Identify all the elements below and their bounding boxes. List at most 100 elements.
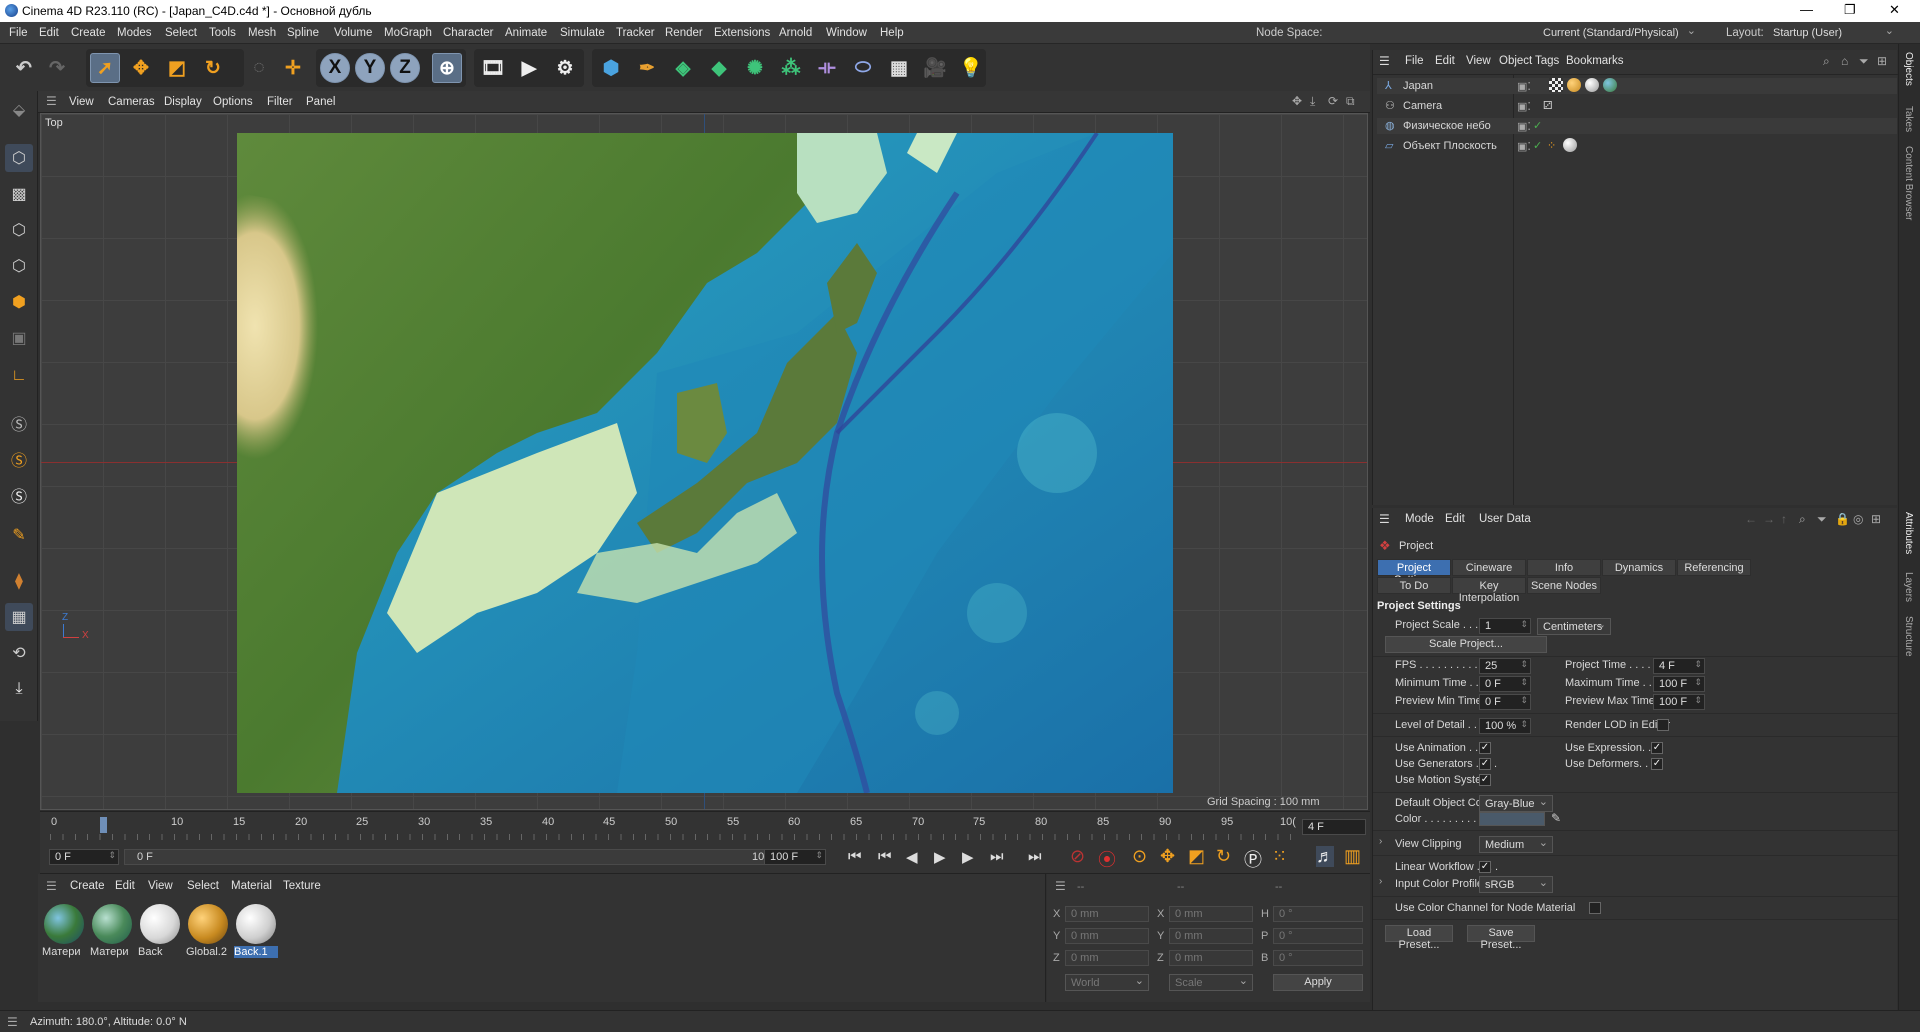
mograph-icon[interactable]: ⁂ [776,53,806,83]
status-hamburger-icon[interactable]: ☰ [7,1015,18,1029]
axis-mode-icon[interactable]: ∟ [5,362,33,390]
material-menu-material[interactable]: Material [231,880,272,892]
side-tab-objects[interactable]: Objects [1903,52,1914,86]
edges-mode-icon[interactable]: ⬡ [5,252,33,280]
keyframe-selection-icon[interactable]: ⊙ [1132,846,1147,867]
use-deformers-checkbox[interactable]: ✓ [1651,758,1663,770]
menu-tools[interactable]: Tools [209,27,236,39]
object-row-camera[interactable]: ⚇ Camera ▣⁚ ⚂ [1377,98,1897,114]
side-tab-takes[interactable]: Takes [1903,106,1914,132]
field-icon[interactable]: ⬭ [848,53,878,83]
object-menu-edit[interactable]: Edit [1435,55,1455,67]
enabled-check-icon[interactable]: ✓ [1533,119,1542,132]
timeline-ruler[interactable]: 0 5 10 15 20 25 30 35 40 45 50 55 60 65 … [40,811,1370,841]
lock-icon[interactable]: 🔒 [1835,512,1850,526]
key-position-icon[interactable]: ✥ [1160,846,1175,867]
coord-menu-hamburger-icon[interactable]: ☰ [1055,879,1066,893]
redo-icon[interactable]: ↷ [42,53,72,83]
snap-icon[interactable]: Ⓢ [5,409,33,437]
current-frame-field[interactable]: 4 F [1302,819,1366,835]
enabled-check-icon[interactable]: ✓ [1533,139,1542,152]
back-arrow-icon[interactable]: ← [1745,512,1757,526]
object-row-plane[interactable]: ▱ Объект Плоскость ▣⁚ ✓ ⁘ [1377,138,1897,154]
range-slider[interactable]: 0 F 100 F [124,849,784,865]
material-menu-view[interactable]: View [148,880,173,892]
visibility-toggle-icon[interactable]: ▣⁚ [1517,80,1531,93]
menu-simulate[interactable]: Simulate [560,27,605,39]
cube-object-icon[interactable]: ⬢ [596,53,626,83]
object-menu-file[interactable]: File [1405,55,1424,67]
menu-tracker[interactable]: Tracker [616,27,655,39]
preview-min-field[interactable]: 0 F [1479,694,1531,710]
expand-arrow-icon[interactable]: › [1379,876,1382,887]
points-mode-icon[interactable]: ⬡ [5,216,33,244]
tab-scene-nodes[interactable]: Scene Nodes [1527,577,1601,594]
render-settings-icon[interactable]: ⚙ [550,53,580,83]
attr-menu-edit[interactable]: Edit [1445,513,1465,525]
tab-referencing[interactable]: Referencing [1677,559,1751,576]
tab-info[interactable]: Info [1527,559,1601,576]
next-frame-icon[interactable]: ▶ [962,848,974,866]
make-editable-icon[interactable]: ⬙ [5,96,33,124]
menu-create[interactable]: Create [71,27,106,39]
maximize-button[interactable]: ❐ [1844,2,1856,18]
project-time-field[interactable]: 4 F [1653,658,1705,674]
input-color-profile-dropdown[interactable]: sRGB [1479,876,1553,893]
use-motion-checkbox[interactable]: ✓ [1479,774,1491,786]
menu-render[interactable]: Render [665,27,703,39]
filter-icon[interactable]: ⏷ [1817,512,1827,527]
menu-mograph[interactable]: MoGraph [384,27,432,39]
search-icon[interactable]: ⌕ [1823,54,1830,69]
rotation-h-field[interactable]: 0 ° [1273,906,1363,922]
x-axis-toggle[interactable]: X [320,53,350,83]
cloner-icon[interactable]: ✺ [740,53,770,83]
y-axis-toggle[interactable]: Y [355,53,385,83]
texture-tag-icon[interactable] [1549,78,1563,92]
rotate-view-icon[interactable]: ⟳ [1328,94,1338,108]
go-to-start-icon[interactable]: ⏮ [848,848,862,865]
light-object-icon[interactable]: 💡 [956,53,986,83]
axis-workplane-icon[interactable]: ⟲ [5,639,33,667]
filter-icon[interactable]: ⏷ [1859,54,1869,69]
hamburger-icon[interactable]: ☰ [46,94,57,108]
key-rotation-icon[interactable]: ↻ [1216,846,1231,867]
menu-volume[interactable]: Volume [334,27,372,39]
side-tab-structure[interactable]: Structure [1903,616,1914,657]
lod-field[interactable]: 100 % [1479,718,1531,734]
tab-todo[interactable]: To Do [1377,577,1451,594]
subdivision-surface-icon[interactable]: ◈ [668,53,698,83]
material-menu-create[interactable]: Create [70,880,105,892]
search-icon[interactable]: ⌕ [1799,512,1806,527]
tab-key-interpolation[interactable]: Key Interpolation [1452,577,1526,604]
rotate-tool-icon[interactable]: ↻ [198,53,228,83]
units-dropdown[interactable]: Centimeters [1537,618,1611,635]
snap-enable-icon[interactable]: Ⓢ [5,445,33,473]
end-frame-field[interactable]: 100 F [764,849,826,865]
apply-button[interactable]: Apply [1273,974,1363,991]
viewport-menu-view[interactable]: View [69,96,94,108]
material-swatch[interactable]: Матери [90,902,134,962]
japan-terrain-plane[interactable] [237,133,1173,793]
scale-project-button[interactable]: Scale Project... [1385,636,1547,653]
object-menu-hamburger-icon[interactable]: ☰ [1379,54,1390,68]
z-axis-toggle[interactable]: Z [390,53,420,83]
uv-mode-icon[interactable]: ▣ [5,324,33,352]
prev-frame-icon[interactable]: ◀ [906,848,918,866]
material-swatch[interactable]: Матери [42,902,86,962]
use-expression-checkbox[interactable]: ✓ [1651,742,1663,754]
play-icon[interactable]: ▶ [934,848,946,866]
floor-object-icon[interactable]: ▦ [884,53,914,83]
new-window-icon[interactable]: ⊞ [1871,512,1881,526]
view-clipping-dropdown[interactable]: Medium [1479,836,1553,853]
render-lod-checkbox[interactable] [1657,719,1669,731]
size-z-field[interactable]: 0 mm [1169,950,1253,966]
spline-pen-icon[interactable]: ✒ [632,53,662,83]
texture-mode-icon[interactable]: ▩ [5,180,33,208]
menu-select[interactable]: Select [165,27,197,39]
viewport[interactable]: Top Z X Grid Spacing: 100 mm [40,113,1368,810]
pan-view-icon[interactable]: ✥ [1292,94,1302,108]
polygons-mode-icon[interactable]: ⬢ [5,288,33,316]
object-menu-tags[interactable]: Tags [1535,55,1559,67]
deformer-icon[interactable]: ⟛ [812,53,842,83]
scale-tool-icon[interactable]: ◩ [162,53,192,83]
